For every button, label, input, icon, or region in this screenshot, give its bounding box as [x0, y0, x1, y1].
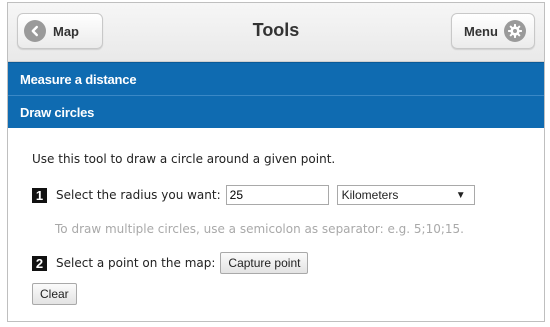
step-number-1: 1	[32, 187, 47, 203]
header-bar: Map Tools Menu	[8, 3, 544, 62]
point-label: Select a point on the map:	[56, 256, 216, 270]
step-number-2: 2	[32, 255, 47, 271]
measure-distance-section[interactable]: Measure a distance	[8, 62, 544, 95]
intro-text: Use this tool to draw a circle around a …	[32, 152, 336, 166]
gear-icon	[503, 20, 526, 42]
radius-input[interactable]	[225, 185, 329, 205]
clear-button[interactable]: Clear	[32, 283, 77, 305]
draw-circles-section[interactable]: Draw circles	[8, 95, 544, 128]
menu-label: Menu	[464, 23, 498, 39]
unit-select[interactable]: Kilometers ▼	[336, 185, 475, 205]
tools-panel: Map Tools Menu Measure a distance Draw c…	[7, 2, 545, 322]
step-point: 2 Select a point on the map: Capture poi…	[32, 252, 309, 274]
radius-label: Select the radius you want:	[56, 188, 221, 202]
measure-distance-label: Measure a distance	[20, 71, 137, 87]
dropdown-arrow-icon: ▼	[455, 189, 466, 201]
step-radius: 1 Select the radius you want: Kilometers…	[32, 185, 475, 205]
unit-selected-value: Kilometers	[341, 188, 399, 202]
draw-circles-label: Draw circles	[20, 104, 95, 120]
hint-text: To draw multiple circles, use a semicolo…	[55, 222, 464, 236]
capture-point-button[interactable]: Capture point	[220, 252, 309, 274]
menu-button[interactable]: Menu	[451, 13, 535, 49]
